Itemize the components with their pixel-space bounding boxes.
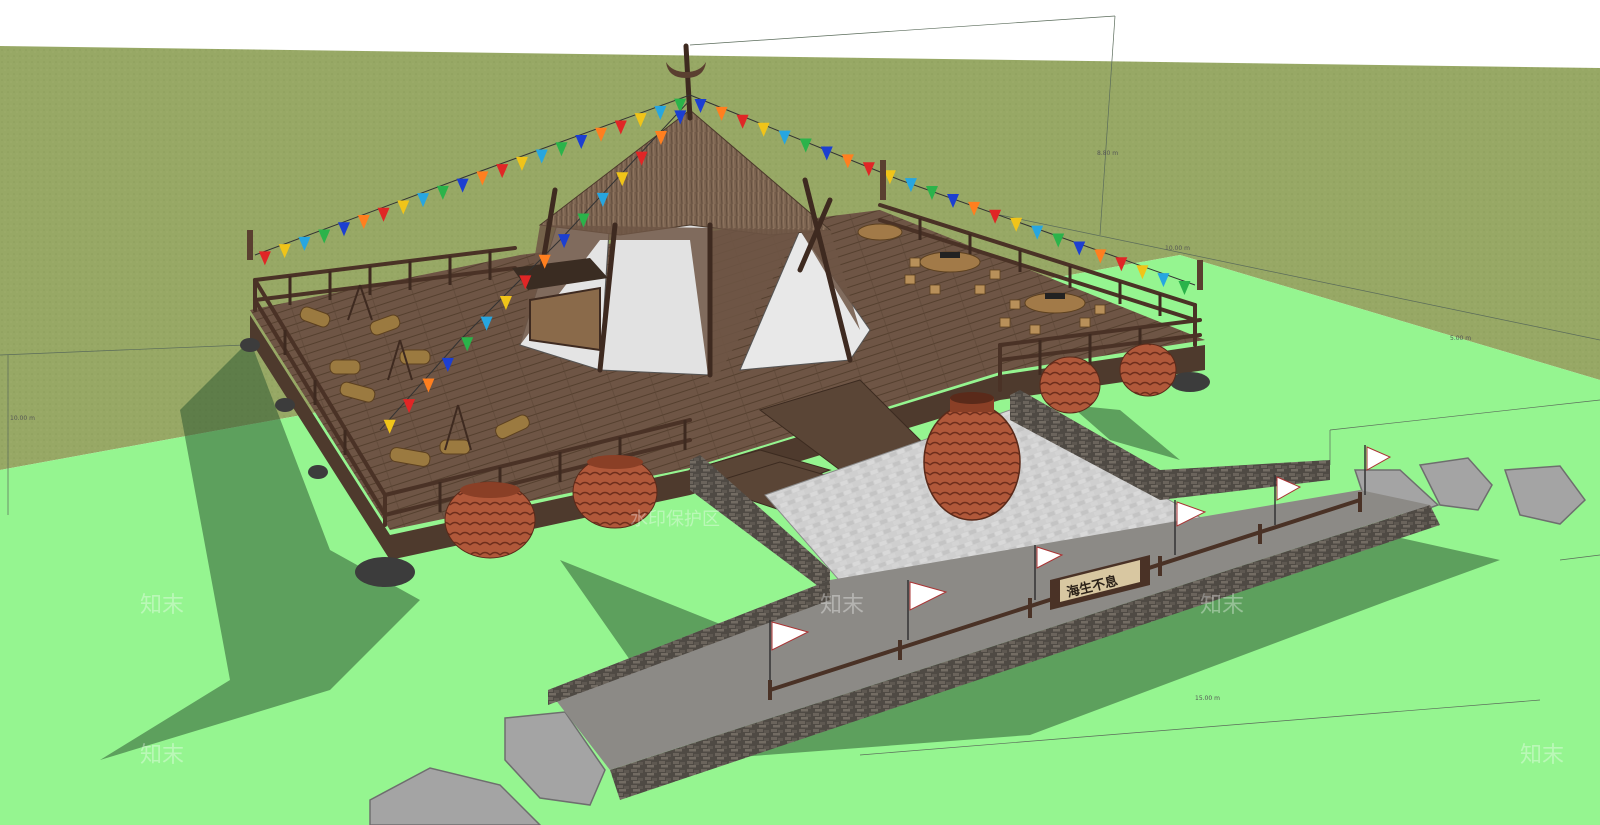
dimension-label-height: 8.80 m bbox=[1097, 150, 1118, 157]
watermark-logo: 知末 bbox=[1200, 593, 1244, 618]
tent-kiosk-window bbox=[529, 286, 601, 352]
watermark-logo: 知末 bbox=[140, 743, 184, 768]
watermark-text: 水印保护区 bbox=[630, 509, 720, 530]
watermark-logo: 知末 bbox=[820, 593, 864, 618]
dimension-label-bottom: 15.00 m bbox=[1195, 695, 1220, 702]
clay-pot-icon bbox=[1039, 356, 1101, 414]
3d-model-viewport[interactable]: 8.80 m 10.00 m 5.00 m 10.00 m 15.00 m 海生… bbox=[0, 0, 1600, 825]
dimension-label-right: 5.00 m bbox=[1450, 335, 1471, 342]
clay-pot-icon bbox=[1119, 343, 1177, 397]
watermark-logo: 知末 bbox=[140, 593, 184, 618]
dimension-label-width-top: 10.00 m bbox=[1165, 245, 1190, 252]
clay-pot-icon bbox=[444, 481, 536, 559]
dimension-label-left: 10.00 m bbox=[10, 415, 35, 422]
watermark-logo: 知末 bbox=[1520, 743, 1564, 768]
